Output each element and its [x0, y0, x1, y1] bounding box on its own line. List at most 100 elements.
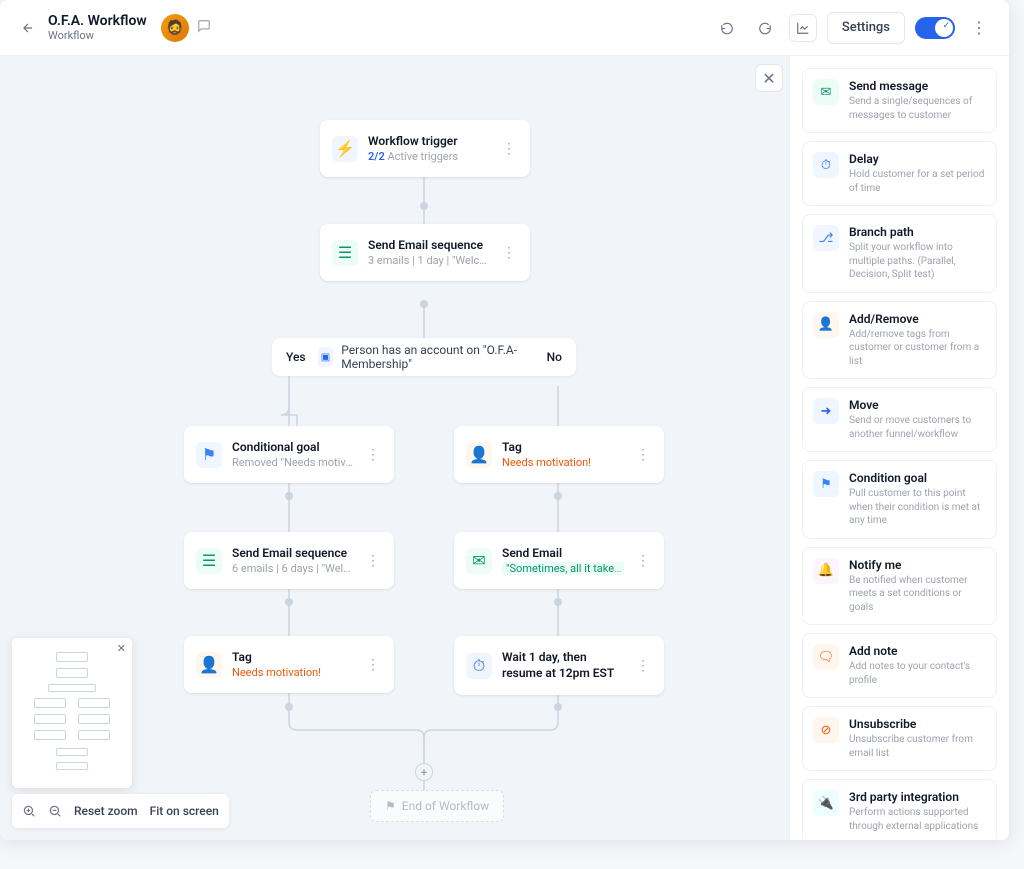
action-delay[interactable]: ⏱ Delay Hold customer for a set period o…	[802, 141, 997, 206]
action-title: Send message	[849, 79, 986, 93]
reset-zoom-button[interactable]: Reset zoom	[74, 804, 138, 818]
action-3rd-party-integration[interactable]: 🔌 3rd party integration Perform actions …	[802, 779, 997, 840]
node-email-sequence[interactable]: ☰ Send Email sequence 3 emails | 1 day |…	[320, 224, 530, 281]
action-add-note[interactable]: 🗨 Add note Add notes to your contact's p…	[802, 633, 997, 698]
action-description: Unsubscribe customer from email list	[849, 733, 986, 760]
redo-button[interactable]	[751, 14, 779, 42]
minimap[interactable]: ✕	[12, 638, 132, 788]
action-add-remove[interactable]: 👤 Add/Remove Add/remove tags from custom…	[802, 301, 997, 380]
workflow-title: O.F.A. Workflow	[48, 13, 147, 29]
connector-dot	[285, 492, 293, 500]
node-title: Conditional goal	[232, 440, 354, 454]
connector-dot	[554, 598, 562, 606]
comment-icon[interactable]	[197, 18, 211, 37]
action-icon: ⎇	[813, 225, 839, 251]
action-title: Add note	[849, 644, 986, 658]
node-subtitle: Removed "Needs motivation!" tag	[232, 456, 354, 469]
node-menu-button[interactable]: ⋮	[500, 245, 518, 261]
connector-dot	[285, 703, 293, 711]
action-icon: 🗨	[813, 644, 839, 670]
action-condition-goal[interactable]: ⚑ Condition goal Pull customer to this p…	[802, 460, 997, 539]
account-icon: ▣	[318, 347, 334, 367]
node-trigger[interactable]: ⚡ Workflow trigger 2/2 Active triggers ⋮	[320, 120, 530, 177]
action-icon: 🔌	[813, 790, 839, 816]
node-conditional-goal[interactable]: ⚑ Conditional goal Removed "Needs motiva…	[184, 426, 394, 483]
zoom-in-button[interactable]	[22, 804, 36, 818]
action-unsubscribe[interactable]: ⊘ Unsubscribe Unsubscribe customer from …	[802, 706, 997, 771]
node-menu-button[interactable]: ⋮	[634, 658, 652, 674]
action-move[interactable]: ➜ Move Send or move customers to another…	[802, 387, 997, 452]
node-subtitle: Needs motivation!	[502, 456, 624, 469]
goal-icon: ⚑	[196, 442, 222, 468]
action-icon: 🔔	[813, 558, 839, 584]
fit-screen-button[interactable]: Fit on screen	[150, 804, 219, 818]
node-title: Send Email	[502, 546, 624, 560]
connector-dot	[554, 492, 562, 500]
back-button[interactable]	[16, 16, 40, 40]
connector-dot	[420, 202, 428, 210]
node-menu-button[interactable]: ⋮	[364, 447, 382, 463]
node-send-email[interactable]: ✉ Send Email "Sometimes, all it takes is…	[454, 532, 664, 589]
node-subtitle: 6 emails | 6 days | "Welcome to O…"	[232, 562, 354, 575]
avatar[interactable]: 🧔	[161, 14, 189, 42]
node-subtitle: Needs motivation!	[232, 666, 354, 679]
action-title: Add/Remove	[849, 312, 986, 326]
node-menu-button[interactable]: ⋮	[500, 141, 518, 157]
layers-icon: ☰	[196, 548, 222, 574]
node-title: Tag	[502, 440, 624, 454]
node-email-sequence-2[interactable]: ☰ Send Email sequence 6 emails | 6 days …	[184, 532, 394, 589]
action-title: Delay	[849, 152, 986, 166]
node-title: Send Email sequence	[368, 238, 490, 252]
undo-button[interactable]	[713, 14, 741, 42]
flow-area[interactable]: + ⚡ Workflow trigger 2/2 Active triggers…	[0, 56, 789, 840]
action-title: Move	[849, 398, 986, 412]
analytics-button[interactable]	[789, 14, 817, 42]
node-title: Tag	[232, 650, 354, 664]
node-subtitle: "Sometimes, all it takes is a first s…"	[502, 562, 624, 575]
tag-icon: 👤	[196, 652, 222, 678]
action-title: Condition goal	[849, 471, 986, 485]
action-description: Add notes to your contact's profile	[849, 660, 986, 687]
decision-yes-label: Yes	[286, 350, 306, 364]
envelope-icon: ✉	[466, 548, 492, 574]
connector-dot	[554, 703, 562, 711]
end-of-workflow[interactable]: ⚑ End of Workflow	[370, 790, 504, 822]
zoom-toolbar: Reset zoom Fit on screen	[12, 794, 229, 828]
actions-sidebar: ✉ Send message Send a single/sequences o…	[789, 56, 1009, 840]
action-title: Branch path	[849, 225, 986, 239]
bolt-icon: ⚡	[332, 136, 358, 162]
action-icon: ⊘	[813, 717, 839, 743]
workflow-subtitle: Workflow	[48, 29, 147, 42]
action-send-message[interactable]: ✉ Send message Send a single/sequences o…	[802, 68, 997, 133]
action-icon: ⏱	[813, 152, 839, 178]
settings-button[interactable]: Settings	[827, 12, 905, 44]
zoom-out-button[interactable]	[48, 804, 62, 818]
node-menu-button[interactable]: ⋮	[634, 553, 652, 569]
workflow-canvas[interactable]: ✕ ✉ Send message Send a single/sequences…	[0, 56, 1009, 840]
action-description: Split your workflow into multiple paths.…	[849, 241, 986, 282]
node-menu-button[interactable]: ⋮	[364, 553, 382, 569]
active-toggle[interactable]: ✓	[915, 17, 955, 39]
node-tag[interactable]: 👤 Tag Needs motivation! ⋮	[454, 426, 664, 483]
node-wait[interactable]: ⏱ Wait 1 day, then resume at 12pm EST ⋮	[454, 636, 664, 695]
action-icon: 👤	[813, 312, 839, 338]
node-subtitle: 2/2 Active triggers	[368, 150, 490, 163]
action-description: Be notified when customer meets a set co…	[849, 574, 986, 615]
clock-icon: ⏱	[466, 653, 492, 679]
decision-text: Person has an account on "O.F.A-Membersh…	[341, 343, 534, 371]
node-title: Send Email sequence	[232, 546, 354, 560]
action-description: Send or move customers to another funnel…	[849, 414, 986, 441]
node-menu-button[interactable]: ⋮	[634, 447, 652, 463]
node-decision[interactable]: Yes ▣ Person has an account on "O.F.A-Mem…	[272, 338, 576, 376]
node-menu-button[interactable]: ⋮	[364, 657, 382, 673]
more-menu-button[interactable]: ⋮	[965, 14, 993, 42]
action-notify-me[interactable]: 🔔 Notify me Be notified when customer me…	[802, 547, 997, 626]
add-step-button[interactable]: +	[415, 763, 433, 781]
action-branch-path[interactable]: ⎇ Branch path Split your workflow into m…	[802, 214, 997, 293]
node-tag-2[interactable]: 👤 Tag Needs motivation! ⋮	[184, 636, 394, 693]
flag-icon: ⚑	[385, 799, 396, 813]
action-description: Pull customer to this point when their c…	[849, 487, 986, 528]
connector-dot	[285, 598, 293, 606]
close-panel-button[interactable]: ✕	[755, 64, 783, 92]
close-minimap-button[interactable]: ✕	[117, 642, 126, 655]
